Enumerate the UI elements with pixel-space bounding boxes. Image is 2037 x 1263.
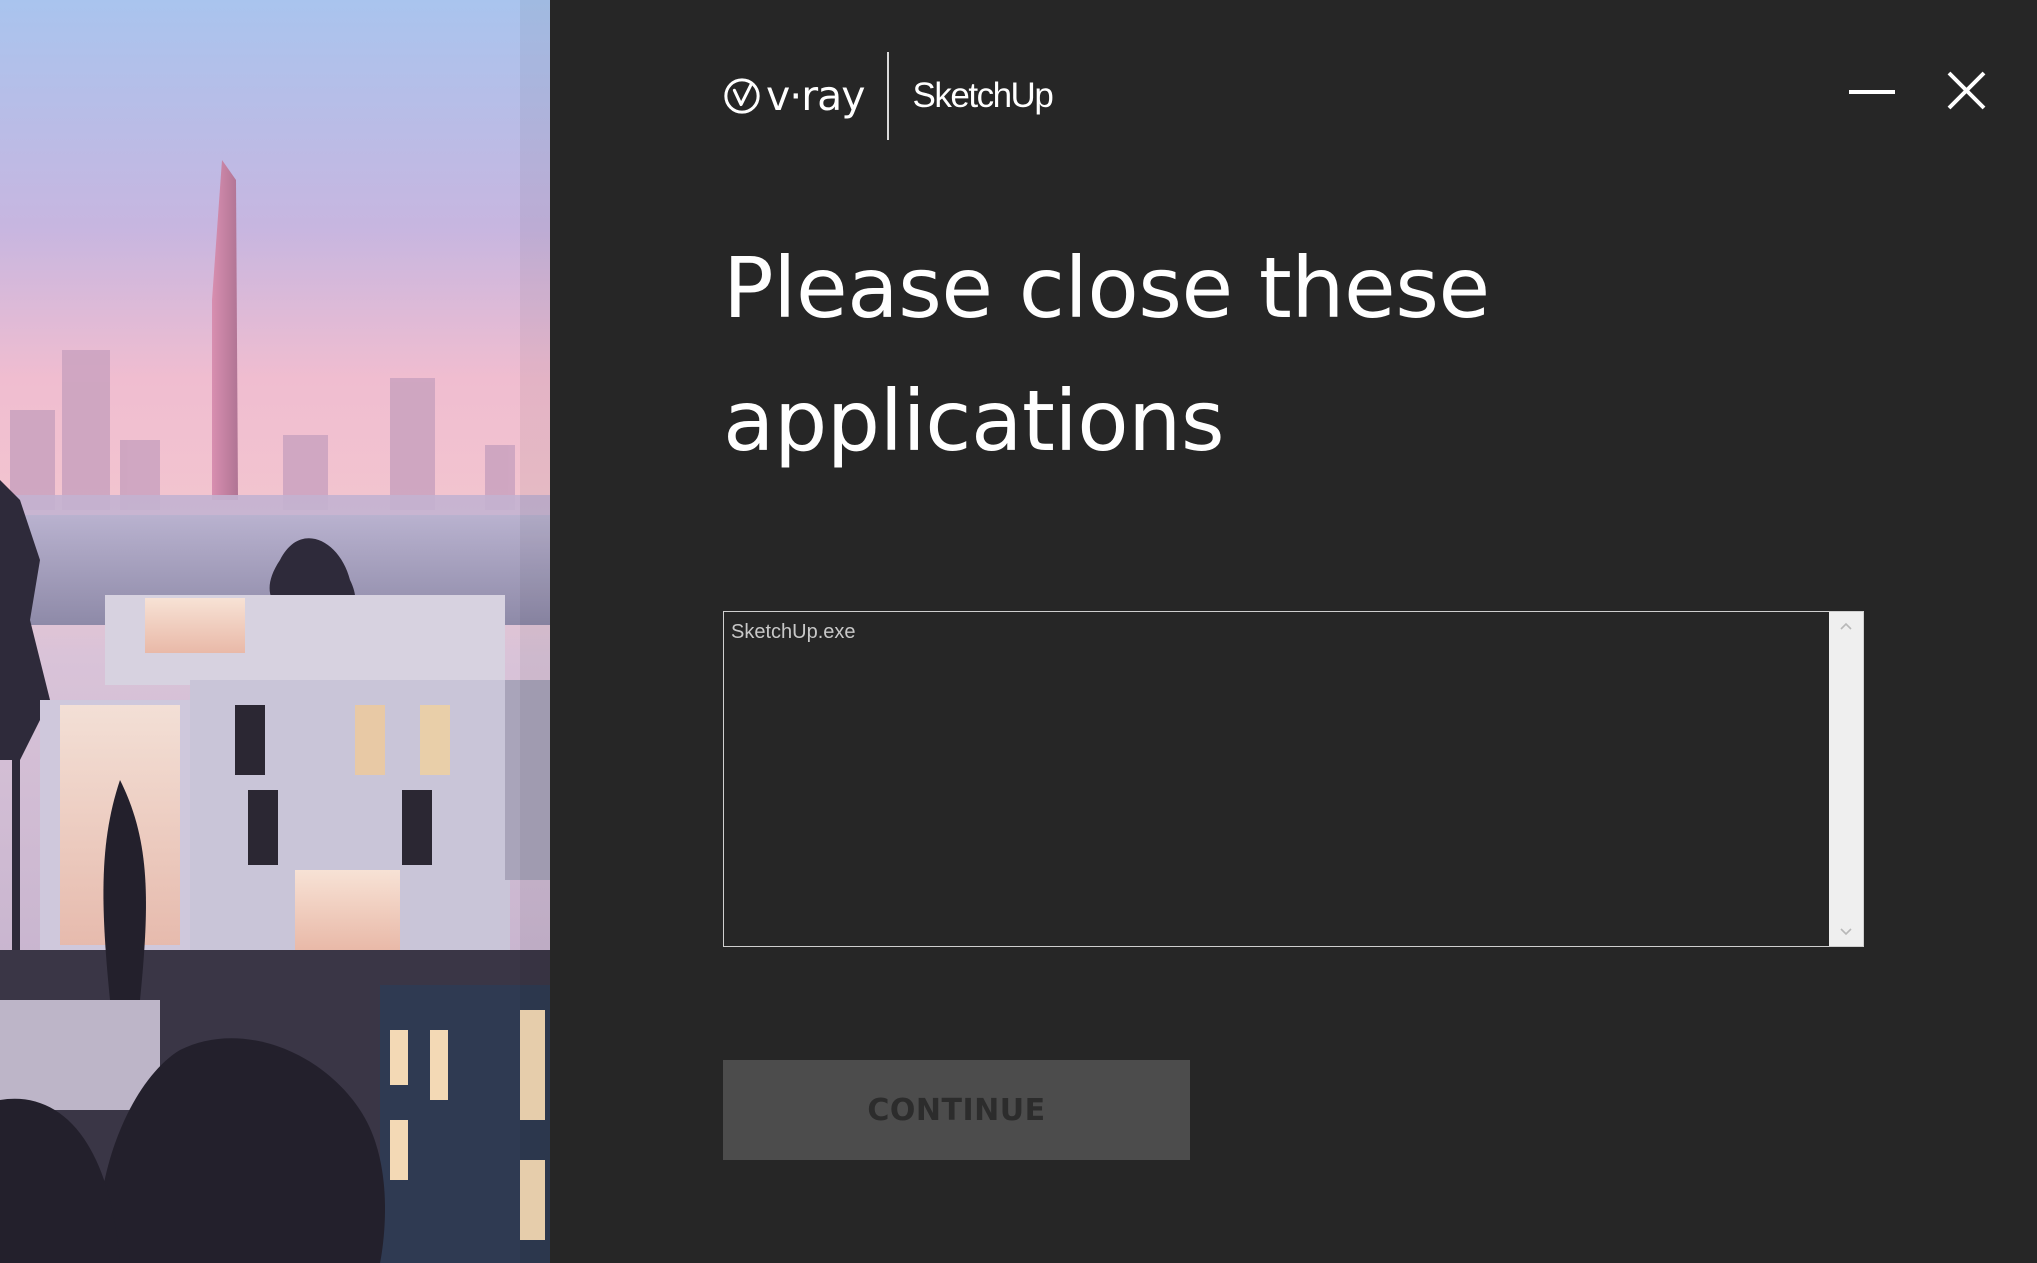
applications-list-box[interactable]: SketchUp.exe: [723, 611, 1864, 947]
chevron-down-icon: [1840, 928, 1852, 936]
page-title-line1: Please close these: [723, 239, 1490, 337]
scroll-down-button[interactable]: [1829, 918, 1863, 946]
vray-logo: v·ray: [723, 72, 866, 120]
close-icon: [1947, 71, 1986, 110]
sketchup-logo: SketchUp: [912, 76, 1054, 115]
minimize-button[interactable]: [1842, 60, 1902, 120]
brand-logos: v·ray SketchUp: [723, 52, 1054, 140]
vray-logo-text: v·ray: [766, 72, 866, 120]
list-item: SketchUp.exe: [731, 621, 856, 643]
chevron-up-icon: [1840, 622, 1852, 630]
hero-illustration: [0, 0, 550, 1263]
brand-divider: [886, 52, 889, 140]
scroll-up-button[interactable]: [1829, 612, 1863, 640]
continue-button[interactable]: CONTINUE: [723, 1060, 1190, 1160]
installer-window: v·ray SketchUp Please close these applic…: [0, 0, 2037, 1263]
page-title-line2: applications: [723, 372, 1225, 470]
vertical-scrollbar[interactable]: [1829, 612, 1863, 946]
minimize-icon: [1849, 90, 1895, 94]
close-button[interactable]: [1937, 60, 1997, 120]
applications-list: SketchUp.exe: [724, 612, 1829, 946]
page-title: Please close these applications: [723, 222, 1873, 488]
content-panel: v·ray SketchUp Please close these applic…: [550, 0, 2037, 1263]
vray-checkmark-icon: [724, 78, 760, 114]
